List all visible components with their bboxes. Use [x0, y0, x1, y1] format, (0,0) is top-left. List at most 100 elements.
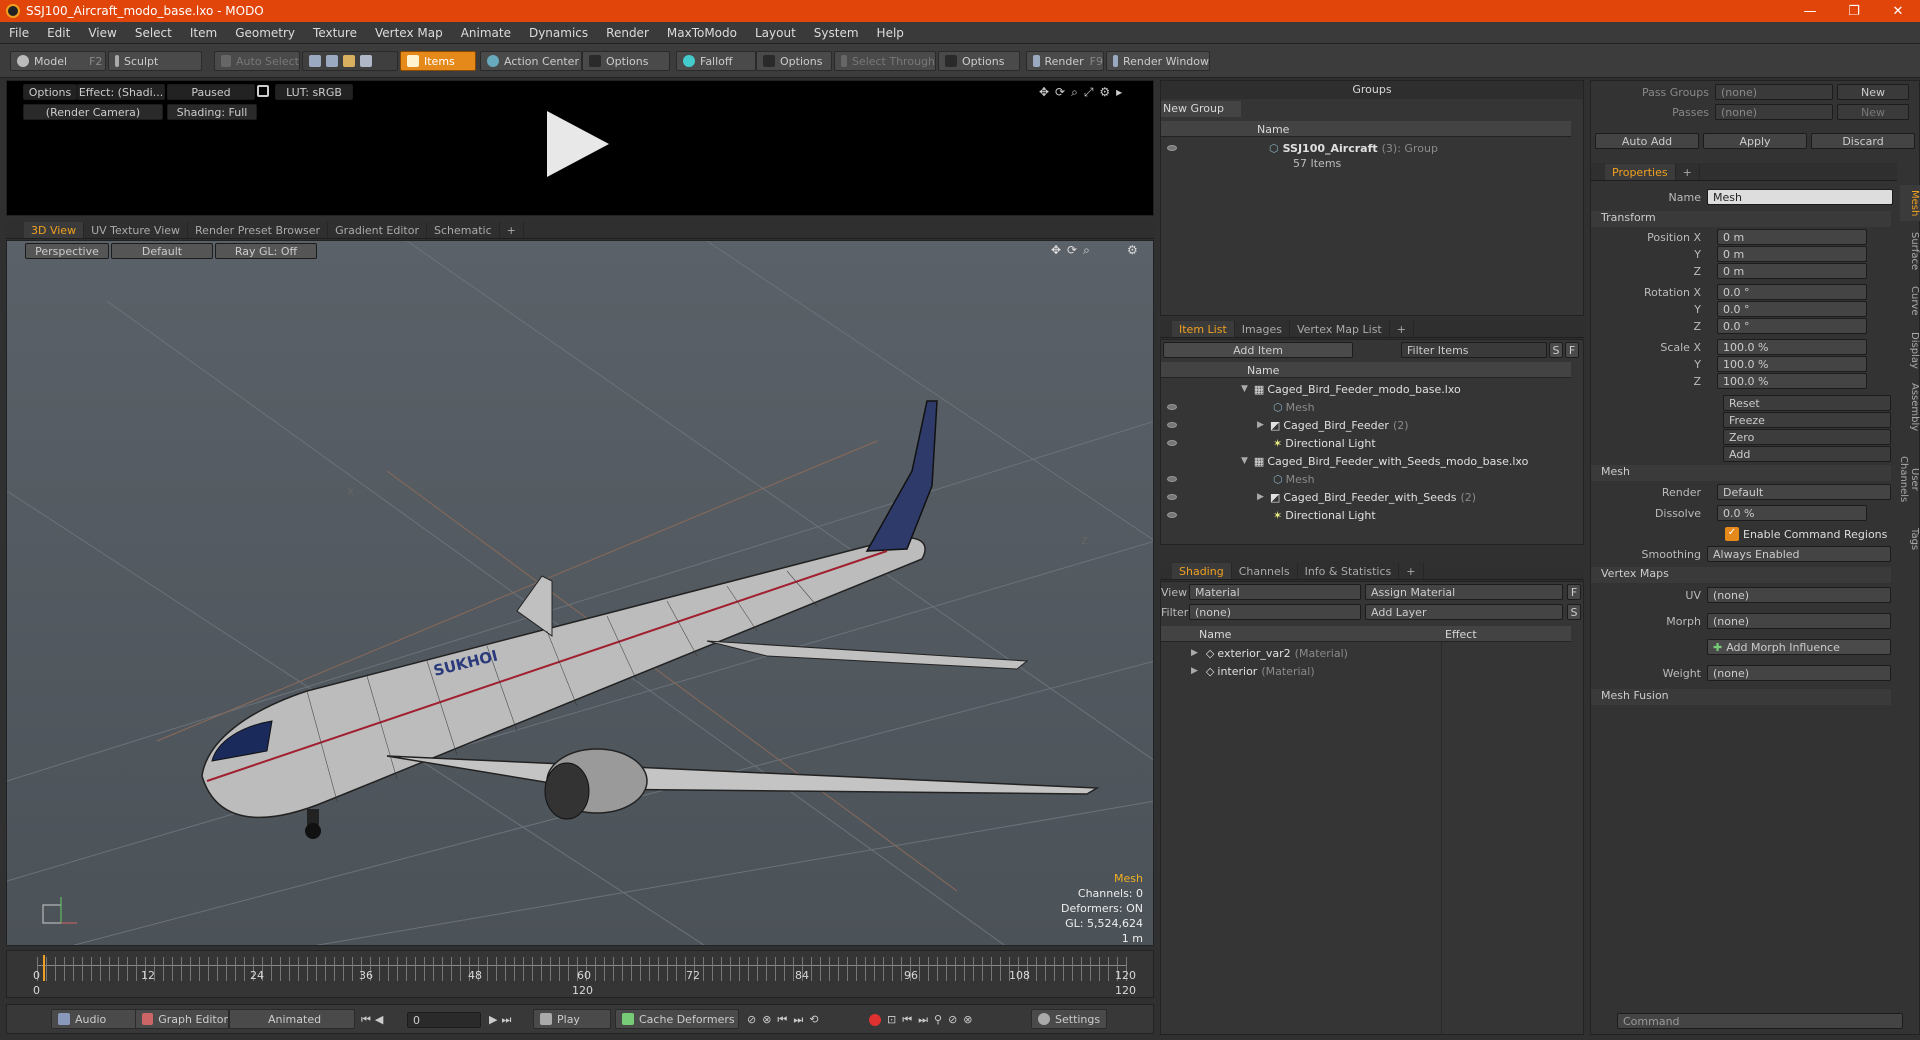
vertex-maps-section[interactable]: Vertex Maps — [1591, 567, 1891, 583]
select-through-button[interactable]: Select Through — [834, 51, 936, 71]
add-morph-influence-button[interactable]: ✚ Add Morph Influence — [1707, 639, 1891, 655]
position-x-input[interactable]: 0 m — [1717, 229, 1867, 245]
vertices-icon[interactable] — [309, 55, 321, 67]
menu-system[interactable]: System — [805, 26, 868, 40]
restore-button[interactable]: ❐ — [1832, 0, 1876, 22]
group-row[interactable]: ⬡ SSJ100_Aircraft (3) : Group — [1161, 139, 1571, 157]
cache-deformers-button[interactable]: Cache Deformers — [615, 1009, 739, 1029]
list-item[interactable]: ▼ ▦ Caged_Bird_Feeder_modo_base.lxo — [1161, 380, 1571, 398]
render-window-button[interactable]: Render Window — [1106, 51, 1210, 71]
position-y-input[interactable]: 0 m — [1717, 246, 1867, 262]
new-group-button[interactable]: New Group — [1161, 101, 1241, 117]
list-item[interactable]: ▶ ◩ Caged_Bird_Feeder_with_Seeds (2) — [1161, 488, 1571, 506]
tab-images[interactable]: Images — [1235, 321, 1290, 337]
lock-icon[interactable] — [257, 85, 269, 97]
rotation-x-input[interactable]: 0.0 ° — [1717, 284, 1867, 300]
preview-effect-dropdown[interactable]: Effect: (Shadi... — [77, 84, 165, 100]
tab-gradient-editor[interactable]: Gradient Editor — [328, 222, 427, 238]
menu-geometry[interactable]: Geometry — [226, 26, 304, 40]
preview-shading-dropdown[interactable]: Shading: Full — [167, 104, 257, 120]
tab-info-statistics[interactable]: Info & Statistics — [1298, 563, 1400, 579]
current-frame-input[interactable]: 0 — [407, 1012, 481, 1028]
name-input[interactable]: Mesh — [1707, 189, 1893, 205]
materials-icon[interactable] — [360, 55, 372, 67]
list-item[interactable]: ⬡ Mesh — [1161, 470, 1571, 488]
keyframe-nav-icons[interactable]: ⊡⏮⏭⚲⊘⊗ — [887, 1013, 979, 1027]
model-mode-button[interactable]: Model F2 — [10, 51, 106, 71]
tab-shading[interactable]: Shading — [1172, 563, 1232, 579]
list-item[interactable]: ⬡ Mesh — [1161, 398, 1571, 416]
rotation-z-input[interactable]: 0.0 ° — [1717, 318, 1867, 334]
new-pass-button[interactable]: New — [1837, 104, 1909, 120]
menu-layout[interactable]: Layout — [746, 26, 805, 40]
tab-properties[interactable]: Properties — [1605, 164, 1676, 180]
scale-y-input[interactable]: 100.0 % — [1717, 356, 1867, 372]
menu-render[interactable]: Render — [597, 26, 658, 40]
visibility-eye-icon[interactable] — [1167, 476, 1177, 482]
filter-items-input[interactable]: Filter Items — [1401, 342, 1547, 358]
record-icon[interactable] — [869, 1014, 881, 1026]
menu-maxtomodo[interactable]: MaxToModo — [658, 26, 746, 40]
menu-animate[interactable]: Animate — [452, 26, 520, 40]
falloff-button[interactable]: Falloff — [676, 51, 756, 71]
menu-edit[interactable]: Edit — [38, 26, 79, 40]
vtab-user-channels[interactable]: User Channels — [1898, 440, 1920, 518]
filter-dropdown[interactable]: (none) — [1189, 604, 1361, 620]
pass-groups-dropdown[interactable]: (none) — [1715, 84, 1833, 100]
vtab-tags[interactable]: Tags — [1900, 522, 1920, 556]
morph-dropdown[interactable]: (none) — [1707, 613, 1891, 629]
filter-f-button[interactable]: F — [1565, 342, 1579, 358]
visibility-eye-icon[interactable] — [1167, 512, 1177, 518]
tab-vertex-map-list[interactable]: Vertex Map List — [1290, 321, 1390, 337]
tab-schematic[interactable]: Schematic — [427, 222, 500, 238]
filter-s-button[interactable]: S — [1549, 342, 1563, 358]
audio-button[interactable]: Audio — [51, 1009, 137, 1029]
assign-material-button[interactable]: Assign Material — [1365, 584, 1563, 600]
tab-uv-texture-view[interactable]: UV Texture View — [84, 222, 189, 238]
zero-dropdown[interactable]: Zero — [1723, 429, 1891, 445]
close-button[interactable]: ✕ — [1876, 0, 1920, 22]
graph-editor-button[interactable]: Graph Editor — [135, 1009, 229, 1029]
falloff-options-button[interactable]: Options — [756, 51, 832, 71]
animated-dropdown[interactable]: Animated▼ — [229, 1009, 355, 1029]
transform-section[interactable]: Transform — [1591, 211, 1891, 227]
menu-file[interactable]: File — [0, 26, 38, 40]
command-input[interactable]: Command — [1617, 1013, 1903, 1029]
add-tab-button[interactable]: + — [500, 222, 524, 238]
visibility-eye-icon[interactable] — [1167, 145, 1177, 151]
add-tab-button[interactable]: + — [1399, 563, 1424, 579]
add-layer-button[interactable]: Add Layer — [1365, 604, 1563, 620]
smoothing-dropdown[interactable]: Always Enabled — [1707, 546, 1891, 562]
scale-z-input[interactable]: 100.0 % — [1717, 373, 1867, 389]
preview-paused-button[interactable]: Paused — [167, 84, 255, 100]
tab-3d-view[interactable]: 3D View — [24, 222, 85, 238]
vtab-display[interactable]: Display — [1900, 326, 1920, 374]
render-button[interactable]: Render F9 — [1026, 51, 1104, 71]
mesh-section[interactable]: Mesh — [1591, 465, 1891, 481]
minimize-button[interactable]: — — [1788, 0, 1832, 22]
discard-button[interactable]: Discard — [1811, 133, 1915, 149]
visibility-eye-icon[interactable] — [1167, 440, 1177, 446]
reset-dropdown[interactable]: Reset — [1723, 395, 1891, 411]
list-item[interactable]: ▼ ▦ Caged_Bird_Feeder_with_Seeds_modo_base… — [1161, 452, 1571, 470]
tab-item-list[interactable]: Item List — [1172, 321, 1235, 337]
auto-add-button[interactable]: Auto Add — [1595, 133, 1699, 149]
visibility-eye-icon[interactable] — [1167, 404, 1177, 410]
add-item-button[interactable]: Add Item — [1163, 342, 1353, 358]
render-dropdown[interactable]: Default — [1717, 484, 1891, 500]
list-item[interactable]: ▶ ◇ interior (Material) — [1161, 662, 1571, 680]
menu-item[interactable]: Item — [181, 26, 226, 40]
preview-lut-dropdown[interactable]: LUT: sRGB — [275, 84, 353, 100]
tab-render-preset-browser[interactable]: Render Preset Browser — [188, 222, 329, 238]
list-item[interactable]: ▶ ◩ Caged_Bird_Feeder (2) — [1161, 416, 1571, 434]
vtab-mesh[interactable]: Mesh — [1900, 185, 1920, 221]
timeline[interactable]: 0 12 24 36 48 60 72 84 96 108 120 0 120 … — [6, 950, 1154, 998]
weight-dropdown[interactable]: (none) — [1707, 665, 1891, 681]
items-mode-button[interactable]: Items — [400, 51, 476, 71]
rotation-y-input[interactable]: 0.0 ° — [1717, 301, 1867, 317]
list-item[interactable]: ✶ Directional Light — [1161, 434, 1571, 452]
polygons-icon[interactable] — [343, 55, 355, 67]
edges-icon[interactable] — [326, 55, 338, 67]
playhead-handle[interactable] — [43, 955, 45, 981]
passes-dropdown[interactable]: (none) — [1715, 104, 1833, 120]
